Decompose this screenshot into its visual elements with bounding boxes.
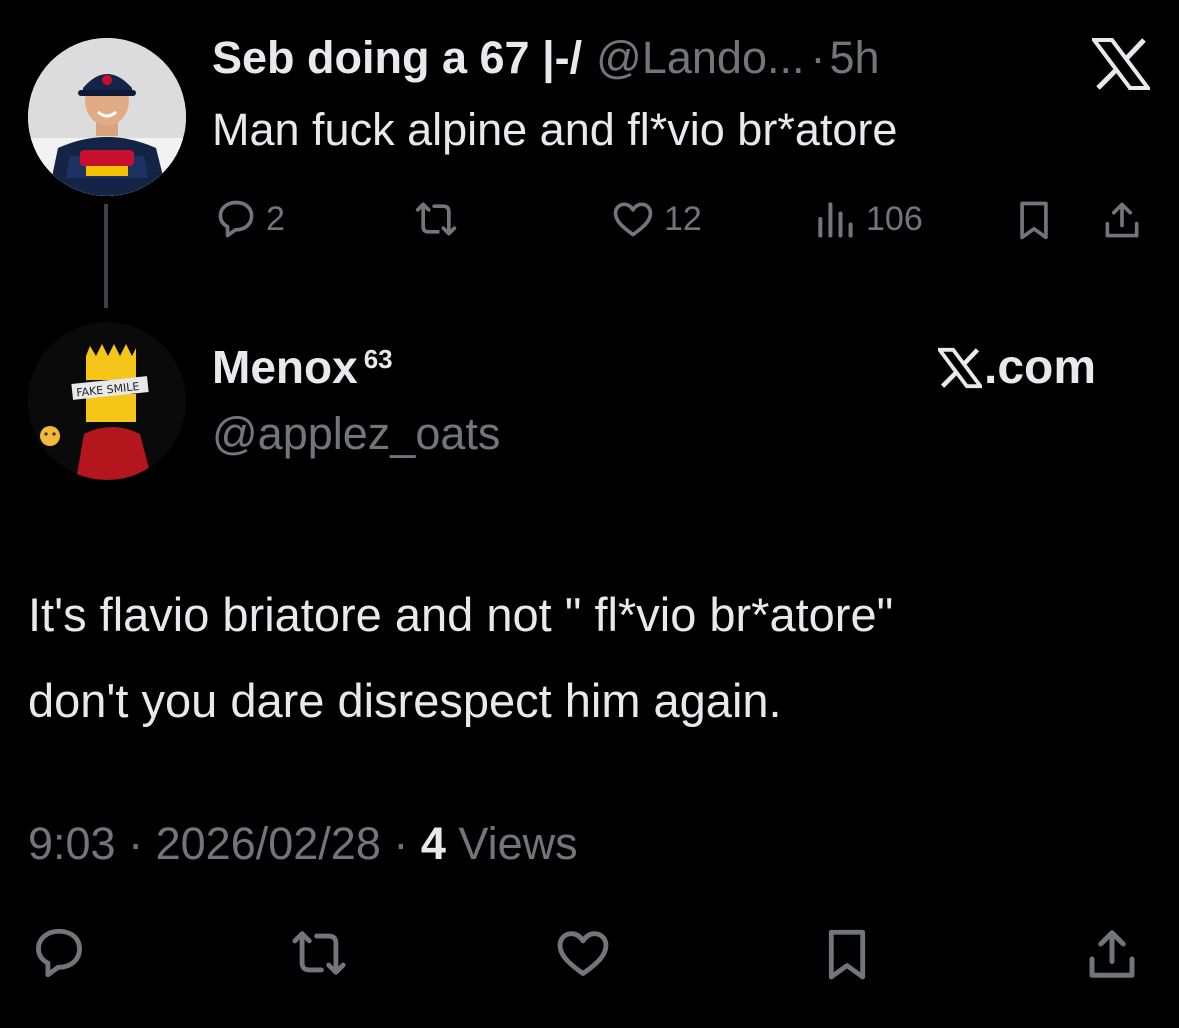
parent-reply-count: 2 [266,199,285,238]
retweet-icon [292,931,346,975]
reply-bookmark-button[interactable] [818,924,876,989]
parent-view-count: 106 [866,199,923,238]
bookmark-icon [1020,201,1048,240]
reply-retweet-button[interactable] [284,924,354,987]
parent-display-name[interactable]: Seb doing a 67 |-/ [212,32,582,84]
retweet-icon [415,202,457,236]
reply-text-line-2: don't you dare disrespect him again. [28,674,782,727]
bar-chart-icon [818,202,853,238]
parent-bookmark-button[interactable] [1012,197,1056,243]
x-logo-icon [938,347,982,388]
reply-time[interactable]: 9:03 [28,818,116,869]
share-icon [1105,202,1139,238]
reply-icon [36,928,82,978]
parent-avatar[interactable] [28,38,186,196]
parent-share-button[interactable] [1100,197,1144,243]
bookmark-icon [828,929,866,980]
parent-reply-button[interactable]: 2 [214,197,285,241]
heart-icon [557,931,609,976]
reply-handle[interactable]: @applez_oats [212,408,500,460]
reply-icon [218,200,254,238]
share-icon [1089,930,1135,978]
parent-like-button[interactable]: 12 [610,197,702,241]
x-logo-icon [1090,38,1152,90]
reply-reply-button[interactable] [30,924,88,987]
reply-text-line-1: It's flavio briatore and not " fl*vio br… [28,588,894,641]
parent-handle[interactable]: @Lando... [596,32,804,84]
site-label[interactable]: .com [938,340,1096,395]
reply-tweet-text: It's flavio briatore and not " fl*vio br… [28,572,1158,744]
reply-share-button[interactable] [1082,924,1142,989]
meta-separator-2: · [393,818,409,869]
reply-like-button[interactable] [552,924,614,987]
reply-name-superscript: 63 [363,344,393,374]
parent-separator: · [810,32,826,83]
meta-separator-1: · [128,818,144,869]
reply-meta: 9:03 · 2026/02/28 · 4 Views [28,818,578,870]
parent-like-count: 12 [664,199,702,238]
thread-connector-line [104,204,108,308]
parent-retweet-button[interactable] [410,197,462,241]
heart-icon [613,202,653,237]
parent-tweet-text: Man fuck alpine and fl*vio br*atore [212,104,898,155]
parent-views-button[interactable]: 106 [812,197,923,241]
reply-avatar[interactable]: FAKE SMILE [28,322,186,480]
reply-date[interactable]: 2026/02/28 [156,818,381,869]
parent-tweet-header: Seb doing a 67 |-/ @Lando... · 5h [212,32,880,92]
reply-views-label: Views [458,818,578,869]
reply-display-name[interactable]: Menox 63 [212,340,393,394]
reply-views-count: 4 [420,818,446,869]
site-label-text: .com [984,341,1097,394]
reply-name-text: Menox [212,341,358,393]
parent-timestamp[interactable]: 5h [829,32,879,84]
